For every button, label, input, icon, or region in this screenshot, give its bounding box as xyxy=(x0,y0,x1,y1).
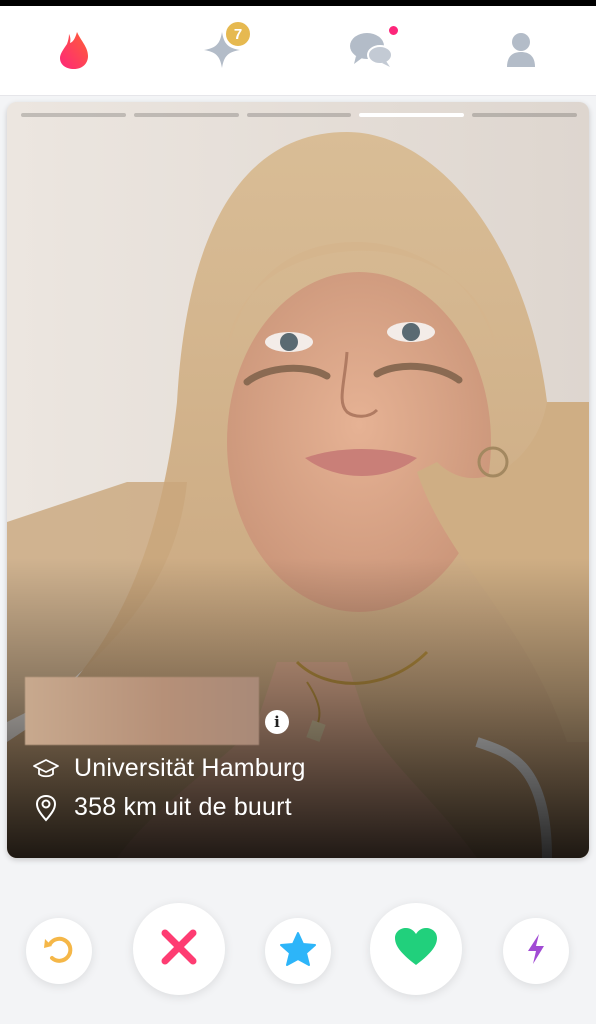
chat-bubbles-icon xyxy=(348,30,396,75)
location-pin-icon xyxy=(31,794,61,822)
likes-count-badge: 7 xyxy=(224,20,252,48)
nope-button[interactable] xyxy=(133,903,225,995)
nav-messages-tab[interactable] xyxy=(342,24,402,80)
info-icon: i xyxy=(274,713,280,731)
flame-icon xyxy=(57,30,91,75)
photo-progress-segment[interactable] xyxy=(133,113,239,117)
super-like-button[interactable] xyxy=(265,918,331,984)
like-heart-icon xyxy=(393,927,439,972)
action-bar xyxy=(0,866,596,1024)
photo-progress-bar xyxy=(21,113,577,118)
profile-card[interactable]: i Universität Hamburg 358 km uit de buur… xyxy=(7,102,589,858)
photo-progress-segment[interactable] xyxy=(21,113,126,117)
nav-gold-tab[interactable]: 7 xyxy=(192,20,252,80)
profile-info-button[interactable]: i xyxy=(265,710,289,734)
boost-bolt-icon xyxy=(526,933,546,970)
photo-progress-segment[interactable] xyxy=(472,113,577,117)
nope-x-icon xyxy=(159,927,199,972)
photo-progress-segment[interactable] xyxy=(246,113,352,117)
nav-profile-tab[interactable] xyxy=(491,24,551,80)
distance-row: 358 km uit de buurt xyxy=(31,793,292,822)
like-button[interactable] xyxy=(370,903,462,995)
school-row: Universität Hamburg xyxy=(31,754,306,783)
rewind-button[interactable] xyxy=(26,918,92,984)
blurred-name-age xyxy=(25,677,259,745)
graduation-cap-icon xyxy=(31,755,61,783)
rewind-icon xyxy=(42,932,76,971)
profile-icon xyxy=(505,31,537,74)
nav-home-tab[interactable] xyxy=(44,24,104,80)
distance-text: 358 km uit de buurt xyxy=(74,793,292,821)
super-like-star-icon xyxy=(279,931,317,972)
photo-progress-segment-active[interactable] xyxy=(359,113,465,117)
top-navigation: 7 xyxy=(0,6,596,96)
new-message-dot xyxy=(387,24,400,37)
school-text: Universität Hamburg xyxy=(74,754,306,782)
boost-button[interactable] xyxy=(503,918,569,984)
